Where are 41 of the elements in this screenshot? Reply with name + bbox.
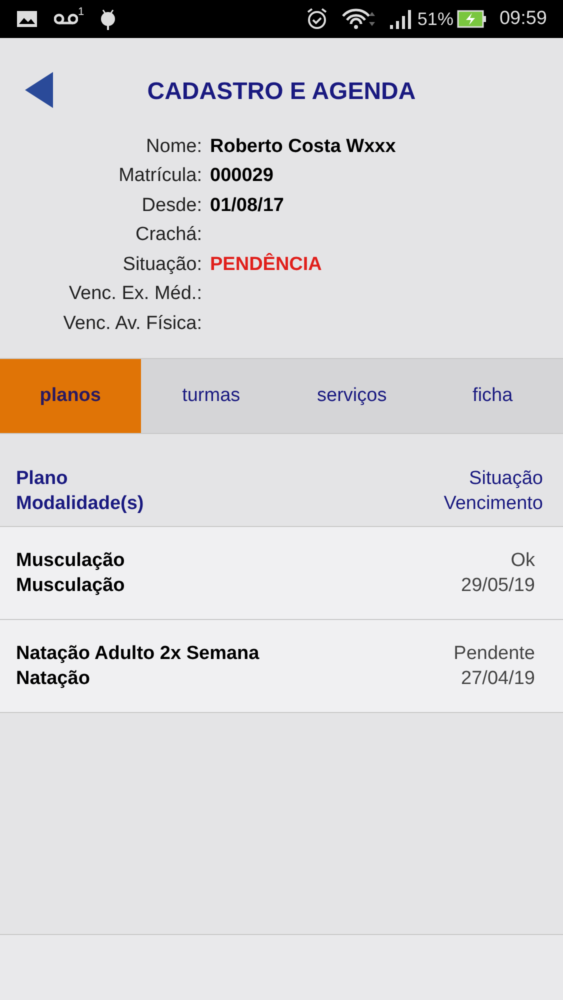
tab[interactable]: planos xyxy=(0,359,141,433)
battery-percent: 51% xyxy=(417,8,454,30)
plan-row[interactable]: Natação Adulto 2x Semana Natação Pendente 27/04/19 xyxy=(0,620,563,713)
field-label: Venc. Av. Física: xyxy=(62,312,202,336)
column-header: Vencimento xyxy=(444,492,543,516)
tab[interactable]: turmas xyxy=(140,359,282,433)
column-header: Plano xyxy=(16,467,69,491)
voicemail-count: 1 xyxy=(78,5,84,20)
tab[interactable]: serviços xyxy=(282,359,422,433)
battery-charging-icon xyxy=(457,10,488,28)
plan-name: Natação Adulto 2x Semana xyxy=(16,642,260,666)
modality-name: Natação xyxy=(16,667,91,691)
signal-icon xyxy=(389,8,414,30)
field-label: Desde: xyxy=(140,194,202,218)
tab[interactable]: ficha xyxy=(422,359,563,433)
column-header: Situação xyxy=(469,467,543,491)
wifi-icon xyxy=(341,8,378,30)
modality-name: Musculação xyxy=(16,574,125,598)
due-date: 27/04/19 xyxy=(461,667,535,691)
plan-name: Musculação xyxy=(16,549,125,573)
field-value: PENDÊNCIA xyxy=(210,252,322,276)
field-label: Nome: xyxy=(145,134,202,158)
android-icon xyxy=(100,8,116,30)
field-label: Situação: xyxy=(122,252,202,276)
image-icon xyxy=(16,10,38,28)
clock-time: 09:59 xyxy=(499,6,547,31)
field-label: Venc. Ex. Méd.: xyxy=(68,282,202,306)
field-value: 000029 xyxy=(210,164,274,188)
field-label: Matrícula: xyxy=(118,164,202,188)
plan-status: Ok xyxy=(510,549,535,573)
plan-status: Pendente xyxy=(454,642,535,666)
alarm-icon xyxy=(305,7,330,31)
field-value: Roberto Costa Wxxx xyxy=(210,134,396,158)
back-arrow-icon[interactable] xyxy=(24,71,54,109)
field-label: Crachá: xyxy=(134,223,202,247)
page-title: CADASTRO E AGENDA xyxy=(147,77,416,107)
plan-row[interactable]: Musculação Musculação Ok 29/05/19 xyxy=(0,527,563,620)
field-value: 01/08/17 xyxy=(210,194,284,218)
voicemail-icon xyxy=(54,13,78,25)
due-date: 29/05/19 xyxy=(461,574,535,598)
column-header: Modalidade(s) xyxy=(16,492,144,516)
